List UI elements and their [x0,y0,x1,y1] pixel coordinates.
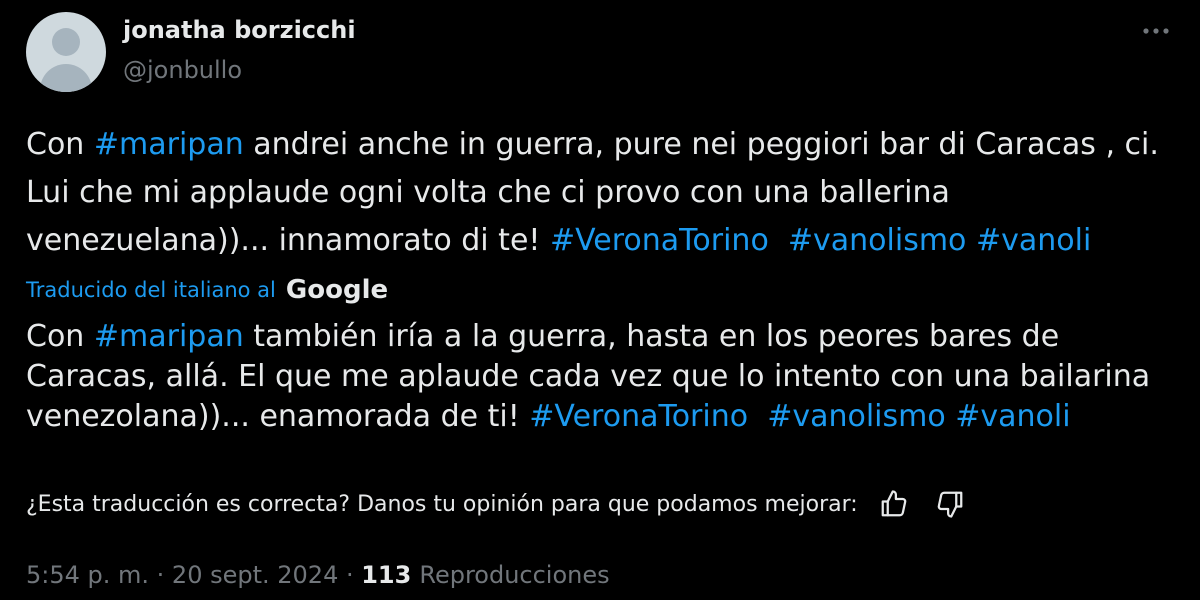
translated-from-label[interactable]: Traducido del italiano al [26,278,276,302]
hashtag-vanoli[interactable]: #vanoli [955,399,1070,434]
avatar[interactable] [26,12,106,92]
hashtag-vanolismo[interactable]: #vanolismo [788,223,967,258]
author-name[interactable]: jonatha borzicchi [123,16,356,44]
hashtag-maripan[interactable]: #maripan [94,319,244,354]
thumbs-down-icon[interactable] [930,484,970,524]
tweet-meta: 5:54 p. m. · 20 sept. 2024 · 113 Reprodu… [26,556,610,594]
translated-text-part: Con [26,319,94,354]
avatar-head [52,28,80,56]
translation-attribution: Traducido del italiano al Google [26,272,388,308]
views-label: Reproducciones [419,561,610,589]
tweet-time[interactable]: 5:54 p. m. [26,561,149,589]
tweet-date[interactable]: 20 sept. 2024 [172,561,338,589]
tweet-text-part: Con [26,127,94,162]
tweet-text: Con #maripan andrei anche in guerra, pur… [26,121,1176,265]
hashtag-vanolismo[interactable]: #vanolismo [767,399,946,434]
hashtag-vanoli[interactable]: #vanoli [976,223,1091,258]
more-horizontal-icon [1143,28,1169,34]
more-icon[interactable] [1136,14,1176,48]
author-handle[interactable]: @jonbullo [123,56,242,84]
hashtag-veronatorino[interactable]: #VeronaTorino [529,399,748,434]
avatar-body [40,64,92,92]
views-count: 113 [361,561,412,589]
translated-text: Con #maripan también iría a la guerra, h… [26,317,1176,437]
thumbs-up-icon[interactable] [874,484,914,524]
hashtag-veronatorino[interactable]: #VeronaTorino [550,223,769,258]
google-logo: Google [285,275,389,305]
meta-separator: · [149,561,172,589]
hashtag-maripan[interactable]: #maripan [94,127,244,162]
translation-feedback: ¿Esta traducción es correcta? Danos tu o… [26,482,970,526]
meta-separator: · [338,561,362,589]
feedback-question: ¿Esta traducción es correcta? Danos tu o… [26,491,858,517]
